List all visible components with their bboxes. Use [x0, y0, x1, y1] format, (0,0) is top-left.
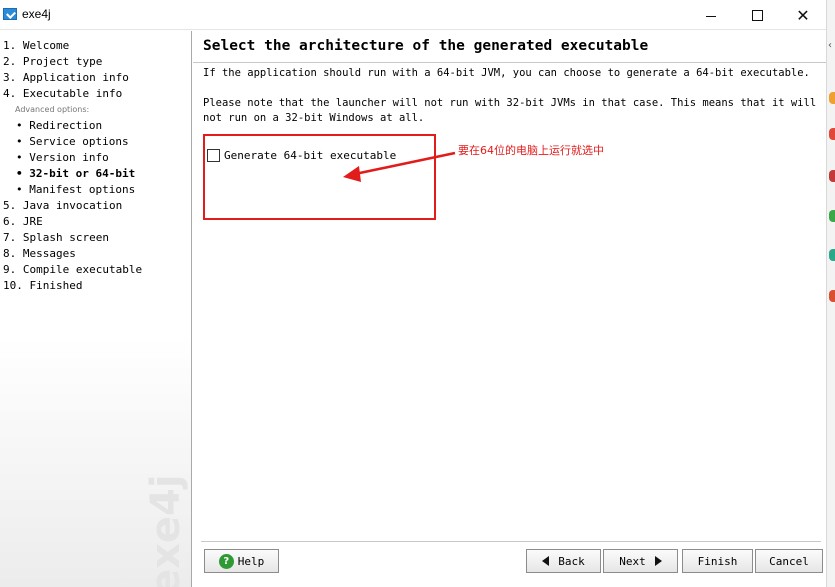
- step-splash-screen[interactable]: 7. Splash screen: [3, 230, 142, 246]
- page-title: Select the architecture of the generated…: [203, 38, 649, 54]
- share-icon: [829, 249, 835, 261]
- step-compile-executable[interactable]: 9. Compile executable: [3, 262, 142, 278]
- step-jre[interactable]: 6. JRE: [3, 214, 142, 230]
- wizard-steps-list: 1. Welcome 2. Project type 3. Applicatio…: [3, 38, 142, 294]
- cancel-button[interactable]: Cancel: [755, 549, 823, 573]
- main-panel: Select the architecture of the generated…: [193, 31, 826, 587]
- step-project-type[interactable]: 2. Project type: [3, 54, 142, 70]
- generate-64bit-label: Generate 64-bit executable: [224, 149, 397, 162]
- step-executable-info[interactable]: 4. Executable info: [3, 86, 142, 102]
- maximize-icon: [751, 9, 763, 21]
- step-messages[interactable]: 8. Messages: [3, 246, 142, 262]
- arrow-left-icon: [542, 556, 550, 566]
- step-version-info[interactable]: • Version info: [3, 150, 142, 166]
- eye-icon: [829, 170, 835, 182]
- star-icon: [829, 92, 835, 104]
- back-button[interactable]: Back: [526, 549, 601, 573]
- next-button-label: Next: [619, 554, 646, 568]
- back-button-label: Back: [558, 554, 585, 568]
- help-button[interactable]: ? Help: [204, 549, 279, 573]
- description-paragraph-1: If the application should run with a 64-…: [203, 67, 810, 79]
- app-shortcut-icon: [829, 128, 835, 140]
- cancel-button-label: Cancel: [769, 554, 809, 568]
- finish-button-label: Finish: [697, 554, 738, 568]
- chevron-left-icon: ‹: [828, 40, 832, 51]
- heading-divider: [193, 62, 826, 63]
- maximize-button[interactable]: [734, 0, 780, 30]
- annotation-note: 要在64位的电脑上运行就选中: [458, 144, 604, 157]
- annotation-highlight-box: [203, 134, 436, 220]
- minimize-icon: [706, 15, 716, 17]
- step-redirection[interactable]: • Redirection: [3, 118, 142, 134]
- step-java-invocation[interactable]: 5. Java invocation: [3, 198, 142, 214]
- exe4j-watermark: exe4j: [143, 474, 189, 587]
- chat-icon: [829, 210, 835, 222]
- arrow-right-icon: [654, 556, 662, 566]
- close-icon: ✕: [796, 5, 810, 25]
- help-icon: ?: [218, 553, 234, 569]
- step-application-info[interactable]: 3. Application info: [3, 70, 142, 86]
- help-button-label: Help: [237, 554, 265, 568]
- comment-icon: [829, 290, 835, 302]
- title-bar: exe4j ✕: [0, 0, 826, 30]
- wizard-steps-sidebar: 1. Welcome 2. Project type 3. Applicatio…: [0, 31, 192, 587]
- minimize-button[interactable]: [688, 0, 734, 30]
- next-button[interactable]: Next: [603, 549, 678, 573]
- generate-64bit-checkbox[interactable]: [207, 149, 220, 162]
- app-icon: [3, 8, 17, 20]
- finish-button[interactable]: Finish: [682, 549, 753, 573]
- step-manifest-options[interactable]: • Manifest options: [3, 182, 142, 198]
- window-title: exe4j: [22, 7, 51, 21]
- step-finished[interactable]: 10. Finished: [3, 278, 142, 294]
- advanced-options-label: Advanced options:: [15, 105, 90, 114]
- step-32-or-64-bit[interactable]: • 32-bit or 64-bit: [3, 166, 142, 182]
- close-button[interactable]: ✕: [780, 0, 826, 30]
- generate-64bit-option[interactable]: Generate 64-bit executable: [207, 149, 396, 162]
- step-welcome[interactable]: 1. Welcome: [3, 38, 142, 54]
- step-service-options[interactable]: • Service options: [3, 134, 142, 150]
- button-bar-divider: [201, 541, 821, 542]
- description-paragraph-2: Please note that the launcher will not r…: [203, 97, 817, 124]
